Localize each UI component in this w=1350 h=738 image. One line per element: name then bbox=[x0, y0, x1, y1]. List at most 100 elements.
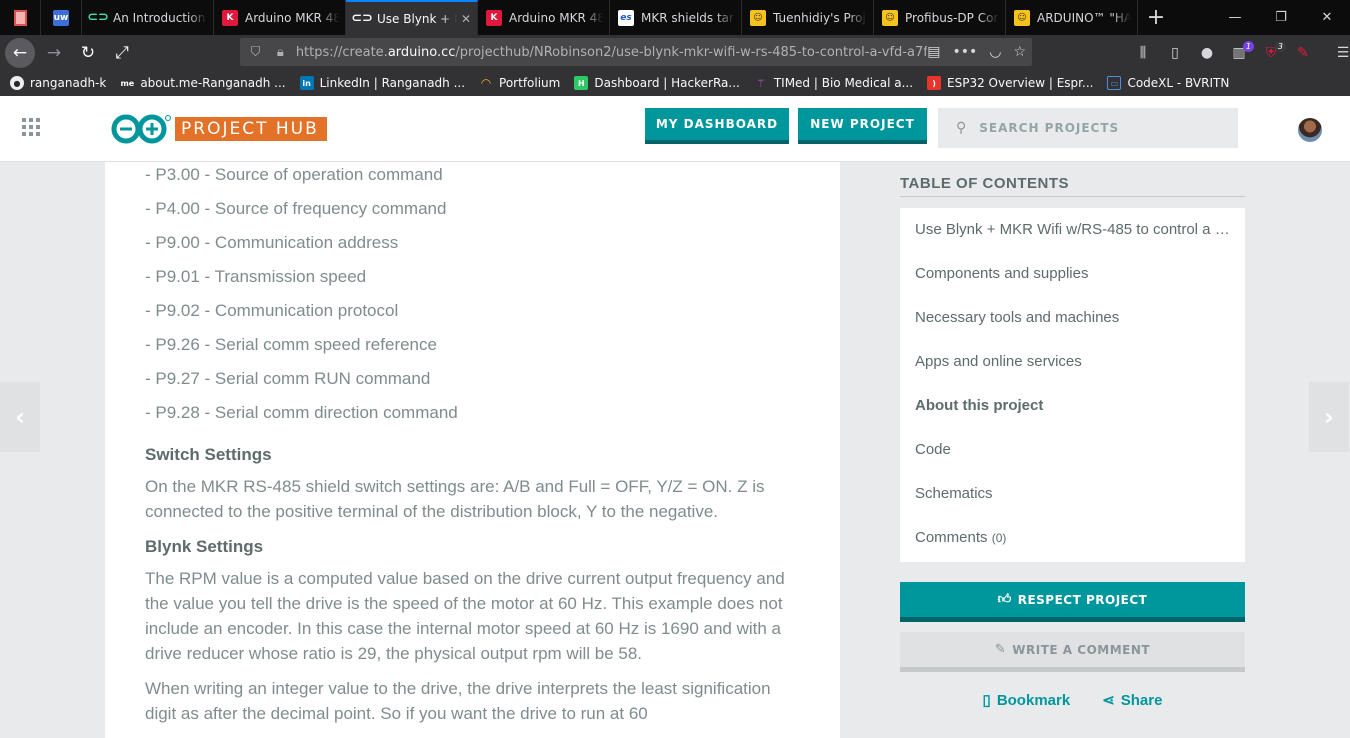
toc-item-comments[interactable]: Comments (0) bbox=[900, 516, 1245, 560]
share-icon: ⋖ bbox=[1102, 692, 1115, 709]
account-icon[interactable]: ● bbox=[1196, 45, 1218, 61]
project-hub-logo[interactable]: PROJECT HUB bbox=[110, 114, 327, 144]
tracking-shield-icon[interactable]: ⛉ bbox=[246, 45, 265, 60]
back-button[interactable]: ← bbox=[5, 37, 35, 68]
library-icon[interactable]: ⫼ bbox=[1132, 45, 1154, 61]
minimize-icon[interactable]: — bbox=[1212, 0, 1258, 35]
list-item: - P9.00 - Communication address bbox=[145, 233, 399, 252]
share-link[interactable]: ⋖ Share bbox=[1102, 688, 1162, 712]
new-tab-button[interactable]: + bbox=[1138, 0, 1174, 35]
tab-title: MKR shields targ bbox=[641, 10, 735, 25]
bookmarks-bar: ● ranganadh-k me about.me-Ranganadh ... in… bbox=[0, 70, 1350, 96]
switch-settings-heading: Switch Settings bbox=[145, 445, 272, 464]
bookmark-label: Bookmark bbox=[996, 691, 1071, 709]
bookmark-label: TIMed | Bio Medical a... bbox=[773, 76, 914, 90]
arduino-logo-icon bbox=[111, 114, 171, 144]
list-item: - P9.01 - Transmission speed bbox=[145, 267, 367, 286]
tab-tuenhidiy[interactable]: ☺ Tuenhidiy's Proje bbox=[742, 0, 874, 35]
toc-item-tools[interactable]: Necessary tools and machines bbox=[900, 296, 1245, 340]
bookmark-codexl[interactable]: ▭ CodeXL - BVRITN bbox=[1107, 76, 1229, 90]
bookmark-share-links: ▯ Bookmark ⋖ Share bbox=[900, 688, 1245, 712]
edit-icon: ✎ bbox=[994, 642, 1007, 657]
bookmark-github[interactable]: ● ranganadh-k bbox=[10, 76, 106, 90]
sidebar-icon[interactable]: ▯ bbox=[1164, 45, 1186, 61]
my-dashboard-button[interactable]: MY DASHBOARD bbox=[645, 108, 789, 144]
restore-icon[interactable]: ❐ bbox=[1258, 0, 1304, 35]
url-bar[interactable]: ⛉ 🔒︎ https://create.arduino.cc/projecthu… bbox=[240, 38, 1032, 66]
page-actions-icon[interactable]: ••• bbox=[952, 44, 977, 60]
menu-icon[interactable]: ☰ bbox=[1332, 45, 1350, 61]
close-window-icon[interactable]: ✕ bbox=[1304, 0, 1350, 35]
close-tab-icon[interactable]: ✕ bbox=[461, 12, 471, 26]
addon-icon[interactable]: ✎ bbox=[1292, 45, 1314, 61]
tab-title: ARDUINO™ "HA bbox=[1037, 10, 1131, 25]
bookmark-esp32[interactable]: ) ESP32 Overview | Espr... bbox=[927, 76, 1093, 90]
logo-text: PROJECT HUB bbox=[175, 117, 327, 141]
toc-item-code[interactable]: Code bbox=[900, 428, 1245, 472]
new-project-button[interactable]: NEW PROJECT bbox=[798, 108, 927, 144]
timed-icon: ⚚ bbox=[755, 76, 766, 90]
toc-item-title[interactable]: Use Blynk + MKR Wifi w/RS-485 to control… bbox=[900, 208, 1245, 252]
table-of-contents: Use Blynk + MKR Wifi w/RS-485 to control… bbox=[900, 208, 1245, 562]
avatar[interactable] bbox=[1298, 118, 1322, 142]
tab-arduino-mkr-485[interactable]: K Arduino MKR 485 bbox=[214, 0, 346, 35]
apps-grid-icon[interactable] bbox=[22, 118, 40, 136]
extension-icon[interactable]: ▥ 1 bbox=[1228, 40, 1254, 61]
bookmark-portfolium[interactable]: ◠ Portfolium bbox=[479, 76, 560, 90]
pocket-icon[interactable]: ◡ bbox=[989, 44, 1001, 60]
codexl-icon: ▭ bbox=[1107, 76, 1122, 90]
tab-profibus[interactable]: ☺ Profibus-DP Com bbox=[874, 0, 1006, 35]
url-domain: arduino.cc bbox=[387, 44, 456, 60]
url-text[interactable]: https://create.arduino.cc/projecthub/NRo… bbox=[296, 45, 927, 60]
toc-item-apps[interactable]: Apps and online services bbox=[900, 340, 1245, 384]
tab-title: Tuenhidiy's Proje bbox=[773, 10, 867, 25]
tab-use-blynk[interactable]: ⊂⊃ Use Blynk + M ✕ bbox=[346, 0, 478, 35]
tab-title: An Introduction t bbox=[113, 10, 207, 25]
tab-arduino-ha[interactable]: ☺ ARDUINO™ "HA bbox=[1006, 0, 1138, 35]
fullscreen-button[interactable]: ⤢ bbox=[107, 38, 137, 68]
tab-pinned-slides[interactable] bbox=[0, 0, 41, 35]
slides-icon bbox=[13, 9, 27, 26]
toc-item-components[interactable]: Components and supplies bbox=[900, 252, 1245, 296]
es-icon: es bbox=[618, 9, 634, 26]
bookmark-link[interactable]: ▯ Bookmark bbox=[983, 688, 1071, 712]
tab-mkr-shields[interactable]: es MKR shields targ bbox=[610, 0, 742, 35]
search-projects-input[interactable]: ⚲ SEARCH PROJECTS bbox=[938, 108, 1238, 148]
tab-arduino-mkr-485-2[interactable]: K Arduino MKR 485 bbox=[478, 0, 610, 35]
respect-project-button[interactable]: 👍︎ RESPECT PROJECT bbox=[900, 582, 1245, 622]
search-placeholder: SEARCH PROJECTS bbox=[979, 121, 1120, 135]
k-icon: K bbox=[222, 9, 238, 26]
url-actions: ▤ ••• ◡ ☆ bbox=[927, 44, 1026, 60]
bookmark-hackerrank[interactable]: H Dashboard | HackerRa... bbox=[574, 76, 740, 90]
brave-shield-icon[interactable]: ⛨ 3 bbox=[1260, 40, 1286, 61]
reader-view-icon[interactable]: ▤ bbox=[927, 44, 940, 60]
tab-title: Use Blynk + M bbox=[377, 11, 457, 26]
next-arrow-button[interactable]: › bbox=[1309, 382, 1349, 452]
url-prefix: https://create. bbox=[295, 44, 388, 60]
forward-button[interactable]: → bbox=[39, 38, 69, 68]
bookmark-star-icon[interactable]: ☆ bbox=[1013, 44, 1026, 60]
bookmark-aboutme[interactable]: me about.me-Ranganadh ... bbox=[120, 76, 285, 90]
aboutme-icon: me bbox=[120, 78, 135, 88]
bookmark-label: ranganadh-k bbox=[30, 76, 107, 90]
tab-pinned-uw[interactable]: uw bbox=[41, 0, 82, 35]
integer-value-text: When writing an integer value to the dri… bbox=[145, 679, 771, 723]
list-item: - P9.28 - Serial comm direction command bbox=[145, 403, 458, 422]
reload-button[interactable]: ↻ bbox=[73, 38, 103, 68]
tab-introduction[interactable]: ⊂⊃ An Introduction t bbox=[82, 0, 214, 35]
toc-item-schematics[interactable]: Schematics bbox=[900, 472, 1245, 516]
list-item: - P9.27 - Serial comm RUN command bbox=[145, 369, 431, 388]
list-item: - P3.00 - Source of operation command bbox=[145, 165, 443, 184]
previous-arrow-button[interactable]: ‹ bbox=[0, 382, 40, 452]
toc-item-about[interactable]: About this project bbox=[900, 384, 1245, 428]
bookmark-timed[interactable]: ⚚ TIMed | Bio Medical a... bbox=[754, 76, 913, 90]
espressif-icon: ) bbox=[927, 76, 942, 90]
browser-nav-bar: ← → ↻ ⤢ ⛉ 🔒︎ https://create.arduino.cc/p… bbox=[0, 35, 1350, 70]
bookmark-linkedin[interactable]: in LinkedIn | Ranganadh ... bbox=[299, 76, 465, 90]
tab-title: Profibus-DP Com bbox=[905, 10, 999, 25]
chevron-right-icon: › bbox=[1324, 403, 1334, 431]
tab-title: Arduino MKR 485 bbox=[509, 10, 603, 25]
lock-icon[interactable]: 🔒︎ bbox=[271, 45, 290, 60]
write-comment-button[interactable]: ✎ WRITE A COMMENT bbox=[900, 632, 1245, 672]
k-icon: K bbox=[486, 9, 502, 26]
